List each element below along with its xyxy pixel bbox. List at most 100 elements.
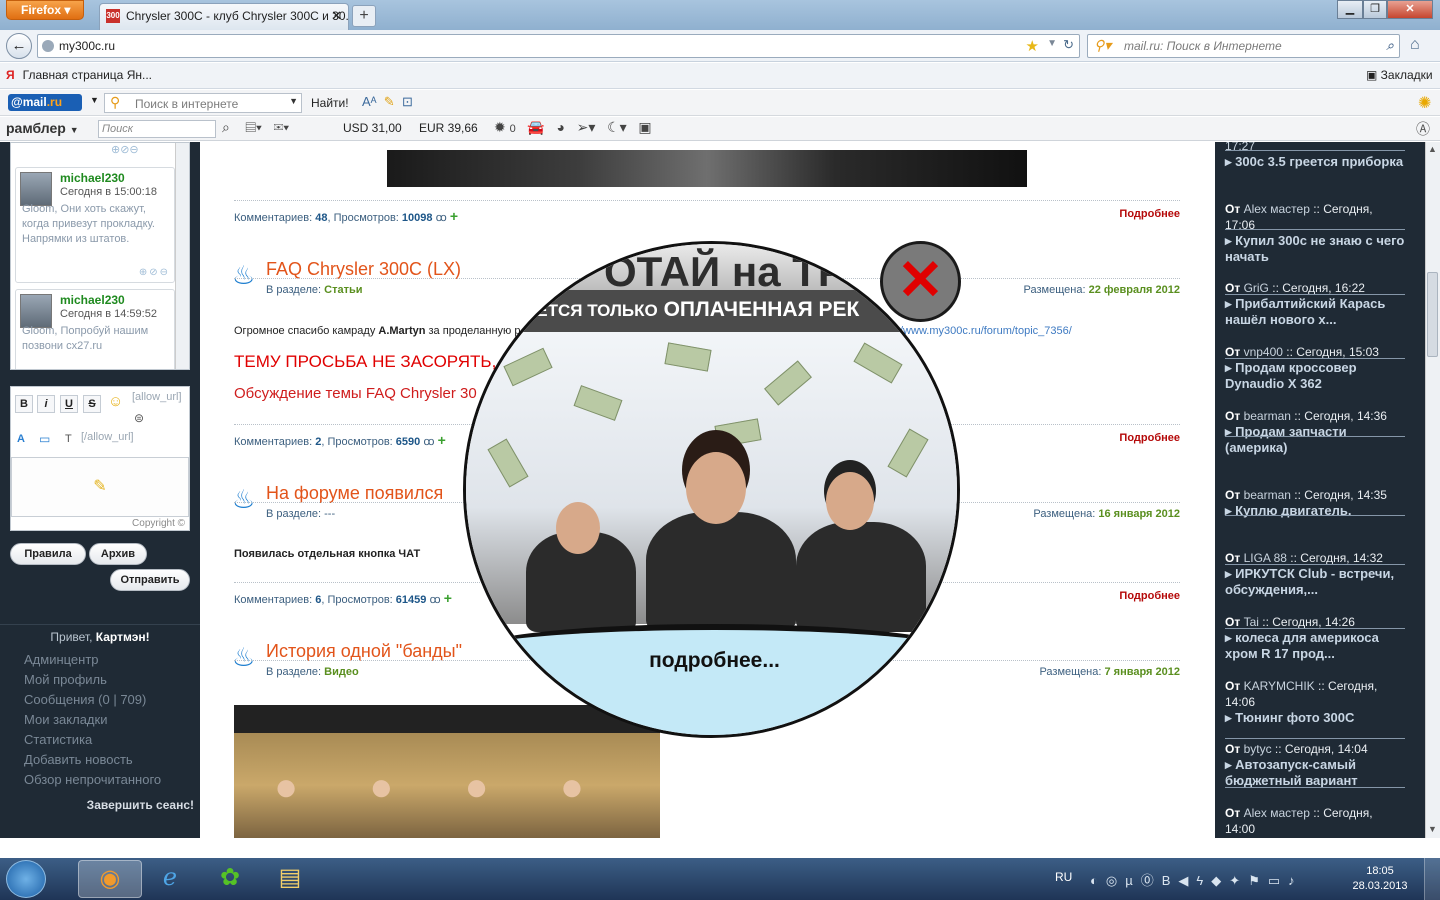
explorer-taskbar-icon[interactable]: ▤ (258, 860, 322, 898)
language-indicator[interactable]: RU (1055, 870, 1072, 884)
bookmarks-menu[interactable]: ▣ Закладки (1366, 68, 1433, 82)
mailru-logo[interactable]: @mail.ru (8, 94, 82, 111)
feed-topic-link[interactable]: ▸ Автозапуск-самый бюджетный вариант (1225, 757, 1358, 788)
translate-icon[interactable]: Aᴬ (362, 94, 377, 109)
menu-statistics[interactable]: Статистика (24, 732, 92, 747)
underline-button[interactable]: U (60, 395, 78, 413)
rambler-tool-icons[interactable]: ⌕ ▤▾ ✉▾ (222, 119, 289, 136)
car-icon[interactable]: 🚘 (527, 119, 544, 135)
back-button[interactable]: ← (6, 33, 32, 59)
allow-url-close-tag[interactable]: [/allow_url] (81, 431, 134, 443)
logout-link[interactable]: Завершить сеанс! (0, 798, 194, 812)
feed-author[interactable]: vnp400 (1244, 345, 1283, 359)
post-discussion-link[interactable]: Обсуждение темы FAQ Chrysler 30 (234, 385, 477, 402)
menu-add-news[interactable]: Добавить новость (24, 752, 133, 767)
tab-active[interactable]: 300 Chrysler 300C - клуб Chrysler 300C и… (99, 3, 349, 30)
smiley-icon[interactable]: ☺ (108, 393, 123, 410)
scrollbar-thumb[interactable] (1427, 272, 1438, 357)
bold-button[interactable]: B (15, 395, 33, 413)
shout-textarea[interactable]: ✎ (11, 457, 189, 517)
shout-actions-icon[interactable]: ⊕⊘⊖ (139, 267, 170, 278)
feed-topic-link[interactable]: ▸ Купил 300с не знаю с чего начать (1225, 233, 1404, 264)
weather-icon[interactable]: ✹ (494, 119, 506, 135)
system-tray-icons[interactable]: ◐◎µ⓪B◀ϟ◆✦⚑▭♪ (1090, 870, 1303, 889)
strike-button[interactable]: S (83, 395, 101, 413)
ad-more-button[interactable]: подробнее... (466, 649, 957, 673)
feed-topic-link[interactable]: ▸ Продам кроссовер Dynaudio X 362 (1225, 360, 1357, 391)
chevron-down-icon[interactable]: ▼ (289, 96, 298, 106)
feed-topic-link[interactable]: ▸ ИРКУТСК Club - встречи, обсуждения,... (1225, 566, 1394, 597)
moon-icon[interactable]: ☾▾ (607, 119, 627, 135)
ad-cta-area[interactable] (466, 624, 957, 735)
tray-app-icon[interactable]: ⓪ (1141, 873, 1162, 888)
scroll-up-icon[interactable]: ▲ (1428, 144, 1437, 154)
rules-button[interactable]: Правила (10, 543, 86, 565)
home-icon[interactable]: ⌂ (1410, 36, 1420, 54)
mailru-find-button[interactable]: Найти! (311, 96, 349, 110)
section-link[interactable]: Статьи (324, 284, 362, 296)
rambler-logo[interactable]: рамблер ▼ (6, 120, 79, 136)
post-image[interactable] (387, 150, 1027, 187)
close-tab-icon[interactable]: ✕ (331, 8, 342, 24)
feed-topic-link[interactable]: ▸ колеса для америкоса хром R 17 прод... (1225, 630, 1379, 661)
read-more-link[interactable]: Подробнее (1080, 590, 1180, 602)
network-icon[interactable]: ▭ (1268, 873, 1288, 888)
browser-search-field[interactable]: ⚲▾ mail.ru: Поиск в Интернете ⌕ (1087, 34, 1400, 58)
read-more-link[interactable]: Подробнее (1080, 432, 1180, 444)
search-engine-icon[interactable]: ⚲▾ (1094, 37, 1111, 54)
feed-author[interactable]: KARYMCHIK (1244, 679, 1315, 693)
horoscope-icon[interactable]: ◕ (557, 119, 565, 135)
feed-topic-link[interactable]: ▸ Продам запчасти (америка) (1225, 424, 1347, 455)
shout-username[interactable]: michael230 (60, 293, 125, 307)
feed-author[interactable]: Tai (1244, 615, 1259, 629)
new-tab-button[interactable]: + (352, 5, 376, 27)
firefox-menu-button[interactable]: Firefox ▾ (6, 0, 84, 20)
archive-button[interactable]: Архив (89, 543, 147, 565)
minimize-button[interactable]: ▁ (1337, 0, 1363, 19)
speaker-icon[interactable]: ◀ (1178, 873, 1196, 888)
address-bar[interactable]: my300c.ru ★ ▼ ↻ (37, 34, 1080, 58)
rambler-extra-icons[interactable]: ✹ 0 🚘 ◕ ➢▾ ☾▾ ▣ (494, 119, 652, 136)
tray-app-icon[interactable]: ϟ (1196, 873, 1211, 888)
send-button[interactable]: Отправить (110, 569, 190, 591)
avatar[interactable] (20, 172, 52, 206)
search-go-icon[interactable]: ⌕ (1386, 37, 1394, 54)
allow-url-open-tag[interactable]: [allow_url] (132, 391, 182, 403)
tray-app-icon[interactable]: ◐ (1090, 873, 1106, 888)
mailru-menu-dropdown-icon[interactable]: ▼ (90, 95, 99, 105)
mailru-search-input[interactable]: ⚲ Поиск в интернете ▼ (104, 93, 302, 113)
add-icon[interactable]: + (450, 208, 458, 224)
popup-ad[interactable]: ОТАЙ на ТР АЕТСЯ ТОЛЬКО ОПЛАЧЕННАЯ РЕК п… (463, 241, 960, 738)
menu-profile[interactable]: Мой профиль (24, 672, 107, 687)
feed-topic-link[interactable]: ▸ 300с 3.5 греется приборка (1225, 154, 1403, 169)
bookmark-yandex[interactable]: Я Главная страница Ян... (6, 68, 152, 82)
tray-app-icon[interactable]: B (1162, 873, 1179, 888)
username[interactable]: Картмэн! (96, 630, 150, 644)
utorrent-icon[interactable]: µ (1125, 873, 1141, 888)
quote-icon[interactable]: ▭ (39, 432, 50, 446)
send-icon[interactable]: ➢▾ (577, 119, 596, 135)
search-icon[interactable]: ⌕ (222, 119, 230, 135)
menu-bookmarks[interactable]: Мои закладки (24, 712, 107, 727)
feed-author[interactable]: bearman (1244, 409, 1291, 423)
maximize-button[interactable]: ❐ (1363, 0, 1387, 19)
flag-icon[interactable]: ⚑ (1248, 873, 1268, 888)
post-title[interactable]: История одной "банды" (266, 641, 462, 662)
highlight-icon[interactable]: ✎ (384, 94, 395, 109)
section-link[interactable]: Видео (324, 666, 359, 678)
comments-count[interactable]: 6 (315, 594, 321, 606)
shoutbox-scrollbar[interactable] (175, 143, 189, 369)
usd-rate[interactable]: USD 31,00 (343, 121, 402, 135)
page-scrollbar[interactable]: ▲ ▼ (1425, 142, 1440, 838)
clock[interactable]: 18:05 28.03.2013 (1352, 864, 1408, 894)
section-link[interactable]: --- (324, 508, 335, 520)
tray-app-icon[interactable]: ◆ (1211, 873, 1229, 888)
feed-topic-link[interactable]: ▸ Прибалтийский Карась нашёл нового х... (1225, 296, 1385, 327)
feed-author[interactable]: bytyc (1244, 742, 1272, 756)
tray-app-icon[interactable]: ◎ (1106, 873, 1125, 888)
feed-author[interactable]: Alex мастер (1244, 202, 1310, 216)
mailru-tool-icons[interactable]: Aᴬ ✎ ⊡ (362, 94, 413, 110)
news-icon[interactable]: ▤▾ (245, 119, 262, 135)
start-button[interactable] (6, 860, 46, 898)
ie-taskbar-icon[interactable]: ℯ (138, 860, 202, 898)
